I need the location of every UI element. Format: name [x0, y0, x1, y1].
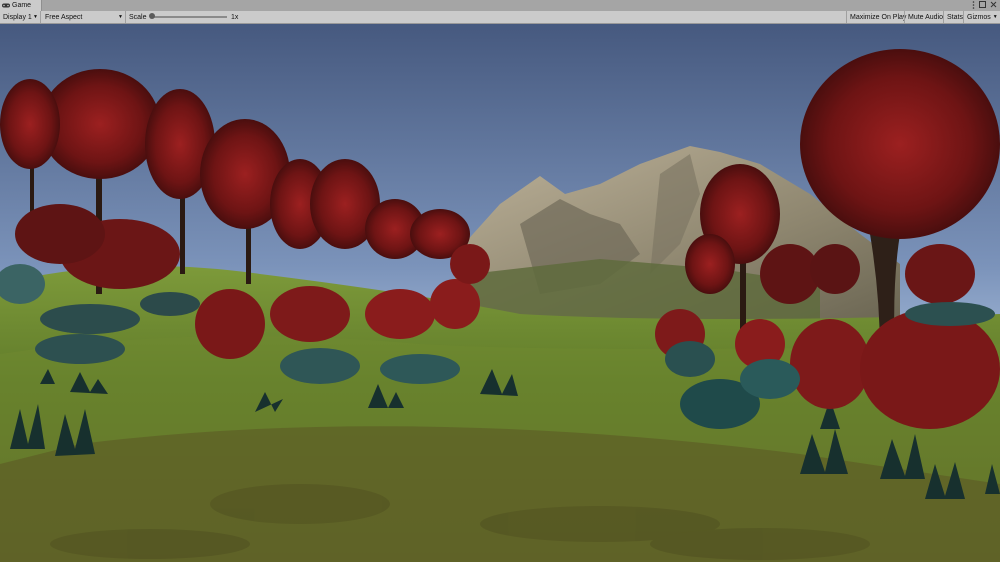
mute-audio-button[interactable]: Mute Audio [904, 11, 943, 23]
game-view-toolbar: Display 1 ▼ Free Aspect ▼ Scale 1x Maxim… [0, 11, 1000, 24]
game-scene [0, 24, 1000, 562]
display-dropdown[interactable]: Display 1 ▼ [0, 11, 41, 23]
aspect-dropdown[interactable]: Free Aspect ▼ [42, 11, 126, 23]
chevron-down-icon: ▼ [118, 14, 123, 20]
window-controls [972, 0, 997, 11]
scale-slider-track[interactable] [152, 16, 227, 18]
scale-value: 1x [231, 13, 239, 21]
chevron-down-icon: ▼ [33, 14, 38, 20]
close-icon[interactable] [990, 1, 997, 10]
kebab-menu-icon[interactable] [972, 0, 975, 11]
game-viewport[interactable] [0, 24, 1000, 562]
maximize-icon[interactable] [979, 1, 986, 10]
maximize-on-play-button[interactable]: Maximize On Play [846, 11, 906, 23]
gizmos-label: Gizmos [967, 13, 991, 21]
aspect-dropdown-label: Free Aspect [45, 13, 83, 21]
scale-label: Scale [129, 13, 147, 21]
gamepad-icon [2, 3, 10, 8]
tab-game-label: Game [12, 2, 32, 9]
chevron-down-icon: ▼ [992, 14, 998, 20]
scale-slider-handle[interactable] [149, 13, 155, 19]
gizmos-dropdown[interactable]: Gizmos ▼ [963, 11, 1000, 23]
tab-game[interactable]: Game [0, 0, 42, 11]
stats-button[interactable]: Stats [943, 11, 963, 23]
display-dropdown-label: Display 1 [3, 13, 32, 21]
